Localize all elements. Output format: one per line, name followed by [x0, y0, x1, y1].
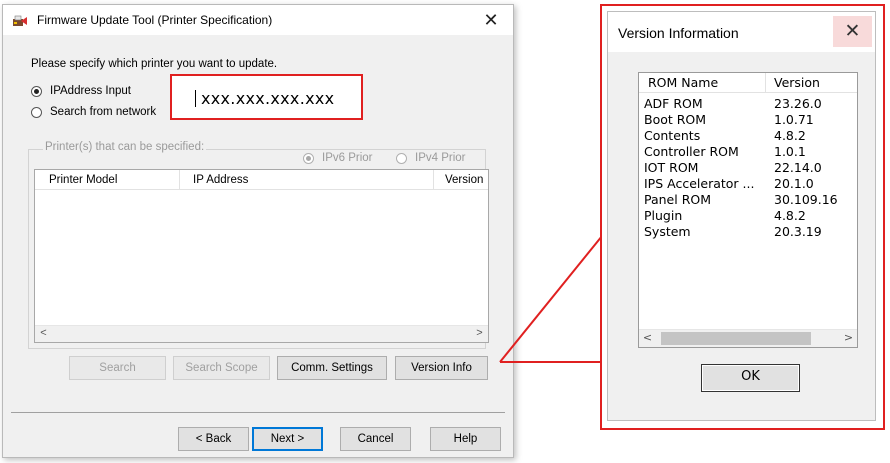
rom-name: Controller ROM: [644, 144, 739, 159]
rom-name: IPS Accelerator ...: [644, 176, 755, 191]
rom-name: ADF ROM: [644, 96, 703, 111]
rom-name: Contents: [644, 128, 701, 143]
scrollbar-thumb[interactable]: [661, 332, 811, 345]
rom-name: System: [644, 224, 691, 239]
rom-name: Plugin: [644, 208, 683, 223]
column-rom-name[interactable]: ROM Name: [648, 75, 718, 90]
column-rom-version[interactable]: Version: [774, 75, 820, 90]
version-title-bar: Version Information ✕: [608, 12, 875, 52]
rom-version: 20.1.0: [774, 176, 814, 191]
rom-version-list[interactable]: ROM Name Version ADF ROM 23.26.0 Boot RO…: [638, 72, 858, 348]
rom-version: 20.3.19: [774, 224, 822, 239]
rom-name: Panel ROM: [644, 192, 712, 207]
rom-version: 1.0.71: [774, 112, 814, 127]
rom-version: 23.26.0: [774, 96, 822, 111]
scroll-left-icon[interactable]: <: [639, 330, 656, 346]
rom-name: IOT ROM: [644, 160, 699, 175]
ok-button[interactable]: OK: [701, 364, 800, 392]
close-icon[interactable]: ✕: [833, 16, 872, 47]
rom-name: Boot ROM: [644, 112, 707, 127]
rom-version: 1.0.1: [774, 144, 806, 159]
scroll-right-icon[interactable]: >: [840, 330, 857, 346]
rom-version: 30.109.16: [774, 192, 838, 207]
version-information-dialog: Version Information ✕ ROM Name Version A…: [607, 11, 876, 421]
column-divider: [765, 73, 766, 93]
rom-version: 4.8.2: [774, 208, 806, 223]
rom-version: 22.14.0: [774, 160, 822, 175]
version-dialog-title: Version Information: [618, 25, 739, 41]
rom-version: 4.8.2: [774, 128, 806, 143]
rom-list-header: ROM Name Version: [639, 73, 857, 93]
horizontal-scrollbar[interactable]: < >: [639, 329, 857, 347]
